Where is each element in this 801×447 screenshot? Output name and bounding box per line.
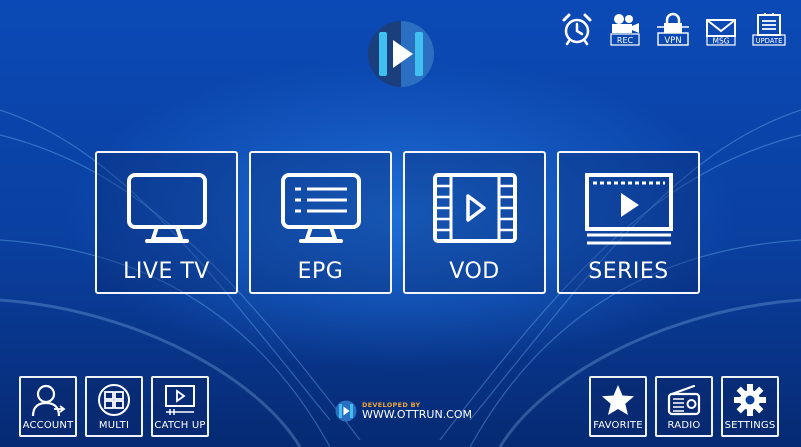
msg-button[interactable]: MSG	[703, 12, 739, 50]
series-tile[interactable]: SERIES	[557, 151, 700, 294]
multi-button[interactable]: MULTI	[85, 376, 143, 437]
developer-logo-icon	[335, 400, 357, 422]
app-logo	[368, 21, 434, 87]
top-toolbar: REC VPN MSG UPDATE	[559, 12, 787, 50]
series-label: SERIES	[588, 259, 669, 284]
account-button[interactable]: ACCOUNT	[19, 376, 77, 437]
live-tv-label: LIVE TV	[123, 259, 210, 284]
vod-tile[interactable]: VOD	[403, 151, 546, 294]
vpn-button[interactable]: VPN	[655, 12, 691, 50]
radio-label: RADIO	[667, 420, 701, 431]
tv-icon	[126, 173, 207, 243]
settings-button[interactable]: SETTINGS	[721, 376, 779, 437]
update-label: UPDATE	[756, 37, 783, 45]
update-button[interactable]: UPDATE	[751, 12, 787, 50]
epg-icon	[280, 173, 361, 243]
live-tv-tile[interactable]: LIVE TV	[95, 151, 238, 294]
epg-label: EPG	[297, 259, 344, 284]
catch-up-button[interactable]: CATCH UP	[151, 376, 209, 437]
msg-label: MSG	[712, 37, 729, 46]
bottom-right-toolbar: FAVORITE RADIO SETTINGS	[589, 376, 779, 437]
catch-up-icon	[165, 385, 195, 415]
message-envelope-icon: MSG	[706, 19, 736, 46]
catch-up-label: CATCH UP	[154, 420, 206, 431]
film-play-icon	[432, 173, 517, 243]
main-menu: LIVE TV EPG VOD SERIES	[95, 151, 700, 294]
rec-label: REC	[617, 36, 634, 45]
update-icon: UPDATE	[752, 13, 786, 46]
radio-button[interactable]: RADIO	[655, 376, 713, 437]
settings-label: SETTINGS	[724, 420, 776, 431]
multi-screen-icon	[98, 384, 130, 416]
alarm-clock-icon	[562, 13, 592, 46]
favorite-label: FAVORITE	[593, 420, 643, 431]
bottom-left-toolbar: ACCOUNT MULTI CATCH UP	[19, 376, 209, 437]
multi-label: MULTI	[98, 420, 130, 431]
vod-label: VOD	[449, 259, 500, 284]
alarm-button[interactable]	[559, 12, 595, 50]
developer-url: WWW.OTTRUN.COM	[362, 408, 473, 422]
account-icon	[31, 384, 66, 417]
series-play-icon	[584, 173, 673, 245]
radio-icon	[667, 384, 701, 416]
record-camera-icon: REC	[610, 14, 640, 46]
vpn-label: VPN	[664, 36, 681, 46]
epg-tile[interactable]: EPG	[249, 151, 392, 294]
favorite-button[interactable]: FAVORITE	[589, 376, 647, 437]
vpn-shield-icon: VPN	[657, 12, 689, 46]
gear-icon	[734, 384, 766, 416]
star-icon	[602, 385, 634, 415]
developer-credit: DEVELOPED BY WWW.OTTRUN.COM	[334, 400, 472, 422]
account-label: ACCOUNT	[22, 420, 74, 431]
rec-button[interactable]: REC	[607, 12, 643, 50]
